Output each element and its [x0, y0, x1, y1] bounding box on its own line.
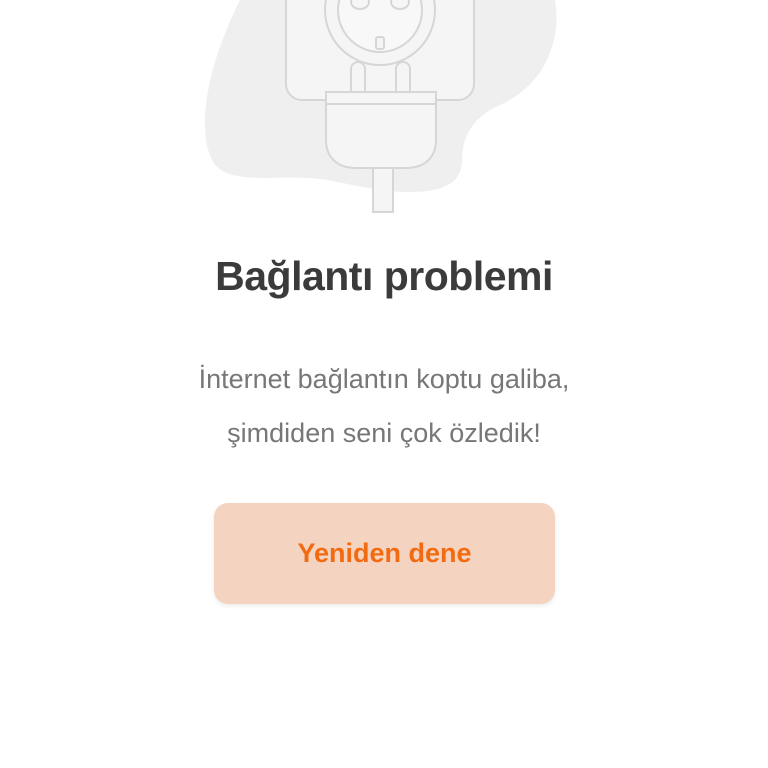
- unplugged-socket-icon: [200, 0, 570, 215]
- connection-error-screen: Bağlantı problemi İnternet bağlantın kop…: [0, 0, 768, 768]
- retry-button[interactable]: Yeniden dene: [214, 503, 555, 604]
- error-message: İnternet bağlantın koptu galiba, şimdide…: [0, 352, 768, 460]
- error-title: Bağlantı problemi: [215, 253, 553, 299]
- error-message-line-2: şimdiden seni çok özledik!: [227, 418, 541, 448]
- error-message-line-1: İnternet bağlantın koptu galiba,: [198, 364, 570, 394]
